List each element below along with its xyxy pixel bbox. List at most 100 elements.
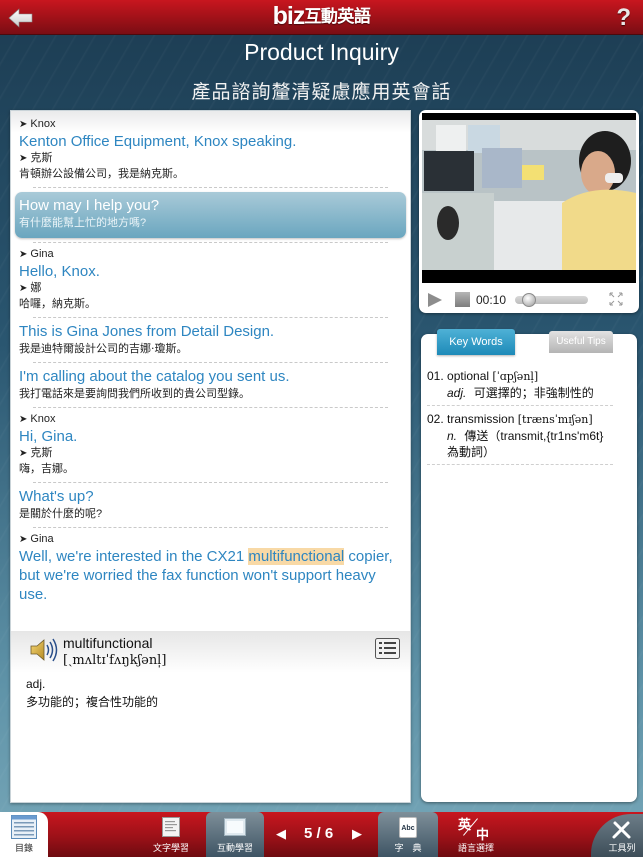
video-thumbnail — [422, 113, 636, 283]
interactive-study-label: 互動學習 — [216, 843, 253, 853]
help-button[interactable]: ? — [616, 4, 631, 32]
play-icon[interactable] — [427, 292, 443, 308]
speaker-name: 克斯 — [30, 447, 53, 459]
dialog-line[interactable]: This is Gina Jones from Detail Design. 我… — [11, 322, 410, 358]
divider — [33, 407, 388, 408]
speaker-label: ➤ Knox — [19, 117, 402, 132]
keyword-ipa: [ˈɑpʃənl̩] — [492, 370, 539, 383]
language-icon: 英 中 — [458, 814, 494, 842]
toc-icon — [11, 815, 37, 839]
tab-useful-tips[interactable]: Useful Tips — [549, 331, 613, 353]
top-bar: biz互動英語 ? — [0, 0, 643, 35]
speaker-arrow-icon: ➤ — [19, 448, 28, 459]
next-page-icon[interactable]: ▶ — [352, 826, 362, 842]
line-english: Well, we're interested in the CX21 multi… — [19, 547, 402, 604]
document-icon — [162, 817, 180, 837]
fullscreen-icon[interactable] — [609, 292, 623, 306]
dialog-line[interactable]: ➤ Knox Hi, Gina. ➤ 克斯 嗨，吉娜。 — [11, 412, 410, 478]
keyword-item[interactable]: 02. transmission [trænsˈmɪʃən] n. 傳送（tra… — [427, 411, 613, 465]
speaker-arrow-icon: ➤ — [19, 414, 28, 425]
tools-button[interactable]: 工具列 — [591, 812, 643, 857]
line-english: What's up? — [19, 488, 94, 505]
speaker-name: Gina — [30, 533, 54, 545]
bottom-toolbar: 目錄 文字學習 互動學習 ◀ 5 / 6 ▶ Abc 字 典 英 中 語言選擇 — [0, 812, 643, 857]
language-label: 語言選擇 — [457, 843, 494, 853]
dictionary-icon: Abc — [399, 817, 417, 838]
pager: ◀ 5 / 6 ▶ — [276, 824, 368, 844]
text-study-button[interactable]: 文字學習 — [148, 812, 194, 857]
speaker-arrow-icon: ➤ — [19, 119, 28, 130]
speaker-arrow-icon: ➤ — [19, 153, 28, 164]
line-english: I'm calling about the catalog you sent u… — [19, 368, 290, 385]
keyword-ipa: [trænsˈmɪʃən] — [517, 413, 593, 426]
line-chinese: 我是迪特爾設計公司的吉娜‧瓊斯。 — [19, 343, 188, 355]
tools-label: 工具列 — [608, 843, 636, 853]
seek-knob[interactable] — [522, 293, 537, 307]
dialog-line-active[interactable]: How may I help you? 有什麼能幫上忙的地方嗎? — [15, 192, 406, 238]
page-indicator: 5 / 6 — [304, 825, 334, 842]
dictionary-ipa: [ˏmʌltɪˈfʌŋkʃənl̩] — [63, 653, 167, 668]
keyword-number: 02. — [427, 412, 444, 426]
dictionary-header: multifunctional [ˏmʌltɪˈfʌŋkʃənl̩] — [11, 631, 410, 673]
speaker-label: ➤ Gina — [19, 532, 402, 547]
speaker-name: 克斯 — [30, 152, 53, 164]
video-player: 00:10 — [419, 110, 639, 313]
speaker-name: 娜 — [30, 282, 42, 294]
line-english: How may I help you? — [19, 197, 160, 214]
divider — [33, 527, 388, 528]
keyword-definition: 可選擇的；非強制性的 — [473, 386, 594, 400]
line-chinese: 哈囉，納克斯。 — [19, 298, 96, 310]
video-controls: 00:10 — [419, 286, 639, 312]
dictionary-definition: 多功能的；複合性功能的 — [26, 695, 159, 709]
list-icon[interactable] — [375, 638, 400, 659]
lesson-title-en: Product Inquiry — [244, 39, 399, 65]
speaker-name: Knox — [30, 118, 56, 130]
tab-key-words[interactable]: Key Words — [437, 329, 515, 355]
divider — [33, 242, 388, 243]
lesson-title-cn: 產品諮詢釐清疑慮應用英會話 — [191, 82, 452, 103]
line-chinese: 嗨，吉娜。 — [19, 463, 74, 475]
keyword-list: 01. optional [ˈɑpʃənl̩] adj. 可選擇的；非強制性的 … — [427, 368, 629, 470]
dialog-line[interactable]: What's up? 是關於什麼的呢? — [11, 487, 410, 523]
stop-icon[interactable] — [455, 292, 470, 307]
keyword-definition: 傳送（transmit,{tr1ns'm6t}為動詞） — [447, 429, 604, 459]
keyword-word: optional — [447, 369, 490, 383]
video-frame[interactable] — [422, 113, 636, 283]
dictionary-button[interactable]: Abc 字 典 — [378, 812, 438, 857]
speaker-label: ➤ Gina — [19, 247, 402, 262]
keyword-word: transmission — [447, 412, 515, 426]
dictionary-popup: multifunctional [ˏmʌltɪˈfʌŋkʃənl̩] adj. … — [11, 631, 410, 802]
speaker-arrow-icon: ➤ — [19, 249, 28, 260]
line-chinese: 有什麼能幫上忙的地方嗎? — [19, 217, 147, 229]
dictionary-word: multifunctional — [63, 635, 153, 651]
dialog-line[interactable]: ➤ Gina Well, we're interested in the CX21… — [11, 532, 410, 604]
keywords-panel: Key Words Useful Tips 01. optional [ˈɑpʃ… — [421, 329, 637, 802]
line-english: This is Gina Jones from Detail Design. — [19, 323, 275, 340]
previous-page-icon[interactable]: ◀ — [276, 826, 286, 842]
toc-button[interactable]: 目錄 — [0, 812, 48, 857]
logo-brand: biz — [272, 2, 306, 30]
speaker-label-cn: ➤ 克斯 — [19, 446, 402, 461]
dialog-line[interactable]: ➤ Gina Hello, Knox. ➤ 娜 哈囉，納克斯。 — [11, 247, 410, 313]
line-chinese: 是關於什麼的呢? — [19, 508, 103, 520]
divider — [33, 187, 388, 188]
keyword-item[interactable]: 01. optional [ˈɑpʃənl̩] adj. 可選擇的；非強制性的 — [427, 368, 613, 406]
dialog-line[interactable]: I'm calling about the catalog you sent u… — [11, 367, 410, 403]
speaker-audio-icon[interactable] — [29, 637, 59, 663]
dialog-panel[interactable]: ➤ Knox Kenton Office Equipment, Knox spea… — [10, 110, 411, 803]
video-seek-bar[interactable] — [515, 293, 588, 307]
speaker-arrow-icon: ➤ — [19, 534, 28, 545]
dialog-list[interactable]: ➤ Knox Kenton Office Equipment, Knox spea… — [11, 111, 410, 604]
divider — [33, 317, 388, 318]
language-select-button[interactable]: 英 中 語言選擇 — [448, 812, 504, 857]
dialog-line[interactable]: ➤ Knox Kenton Office Equipment, Knox spea… — [11, 117, 410, 183]
interactive-study-button[interactable]: 互動學習 — [206, 812, 264, 857]
line-english: Hi, Gina. — [19, 428, 78, 445]
speaker-label-cn: ➤ 娜 — [19, 281, 402, 296]
dictionary-label: 字 典 — [394, 843, 422, 853]
logo-cn: 互動英語 — [304, 7, 371, 26]
film-icon — [224, 818, 246, 836]
highlighted-word[interactable]: multifunctional — [248, 548, 345, 565]
video-time: 00:10 — [476, 293, 507, 307]
dictionary-part-of-speech: adj. — [26, 677, 46, 691]
